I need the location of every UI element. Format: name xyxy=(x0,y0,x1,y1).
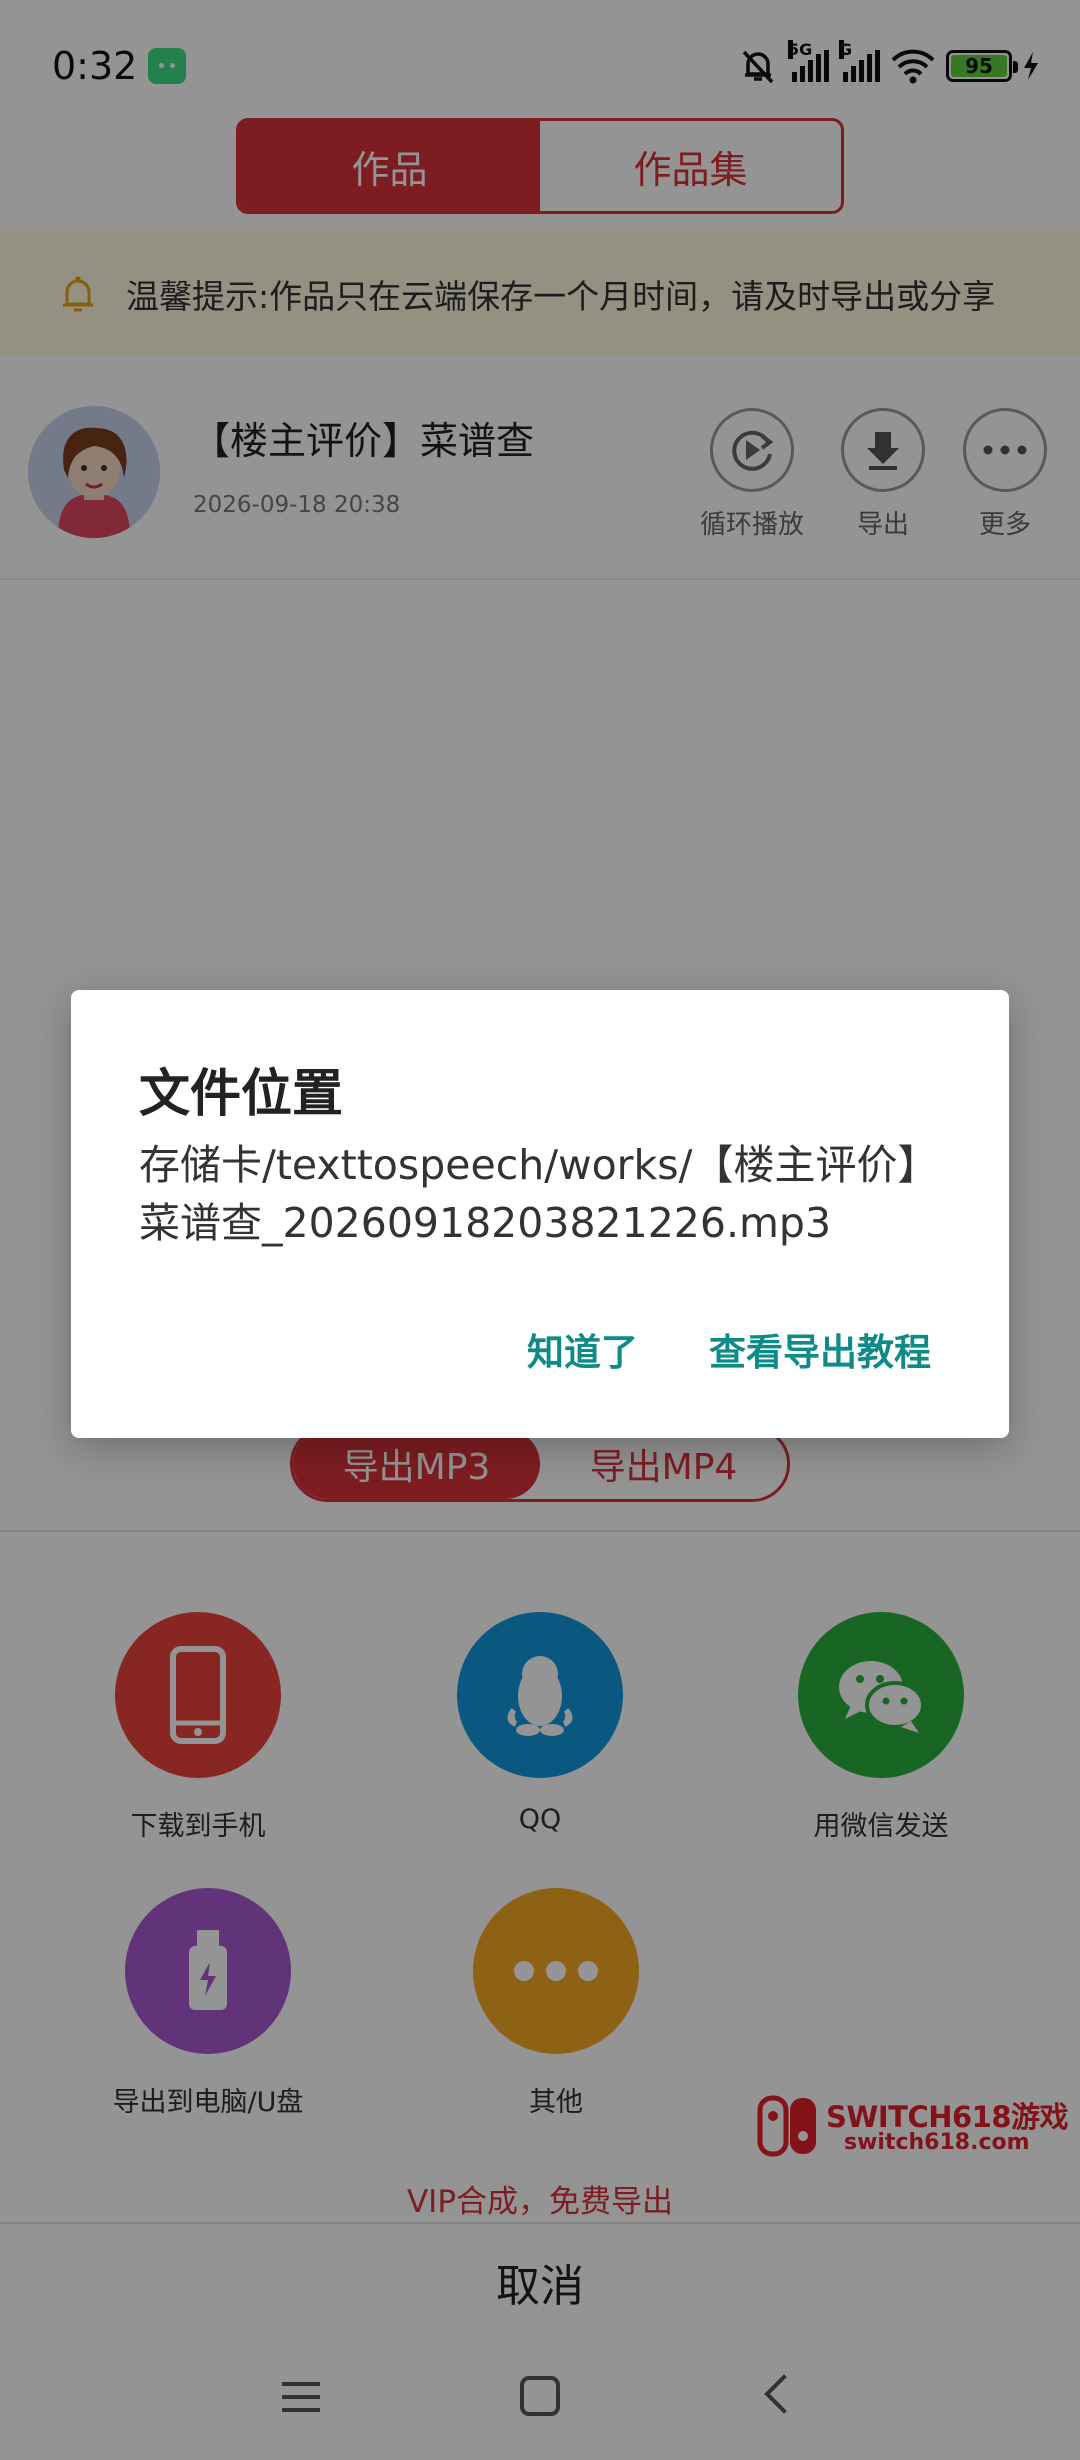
dialog-file-path: 存储卡/texttospeech/works/【楼主评价】菜谱查_2026091… xyxy=(139,1141,939,1247)
view-export-tutorial-button[interactable]: 查看导出教程 xyxy=(709,1322,931,1376)
dialog-title: 文件位置 xyxy=(139,1065,344,1124)
got-it-button[interactable]: 知道了 xyxy=(527,1322,638,1376)
file-location-dialog: 文件位置 存储卡/texttospeech/works/【楼主评价】菜谱查_20… xyxy=(71,990,1009,1438)
